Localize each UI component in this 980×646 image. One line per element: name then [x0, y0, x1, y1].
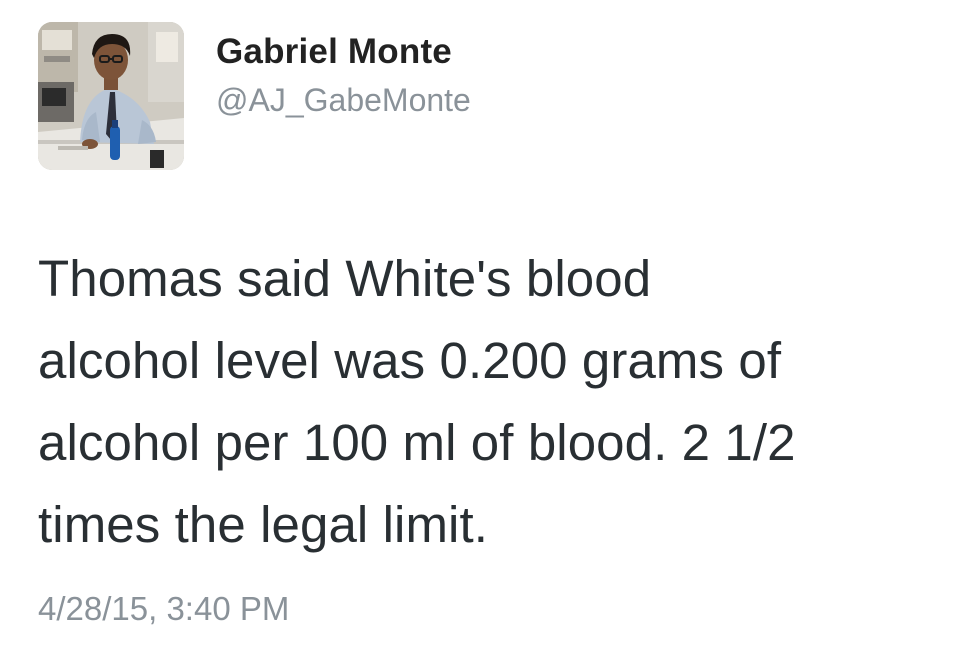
tweet-header: Gabriel Monte @AJ_GabeMonte	[38, 22, 471, 172]
author-identity: Gabriel Monte @AJ_GabeMonte	[216, 22, 471, 120]
tweet-timestamp[interactable]: 4/28/15, 3:40 PM	[38, 587, 289, 631]
tweet-text-line: times the legal limit.	[38, 496, 489, 553]
author-display-name[interactable]: Gabriel Monte	[216, 30, 471, 74]
tweet-text-line: alcohol per 100 ml of blood. 2 1/2	[38, 414, 796, 471]
tweet-text-line: alcohol level was 0.200 grams of	[38, 332, 782, 389]
author-handle[interactable]: @AJ_GabeMonte	[216, 80, 471, 120]
tweet-text: Thomas said White's blood alcohol level …	[38, 238, 948, 566]
avatar[interactable]	[38, 22, 184, 170]
avatar-photo	[38, 22, 184, 170]
tweet-text-line: Thomas said White's blood	[38, 250, 652, 307]
tweet-card: Gabriel Monte @AJ_GabeMonte Thomas said …	[0, 0, 980, 646]
